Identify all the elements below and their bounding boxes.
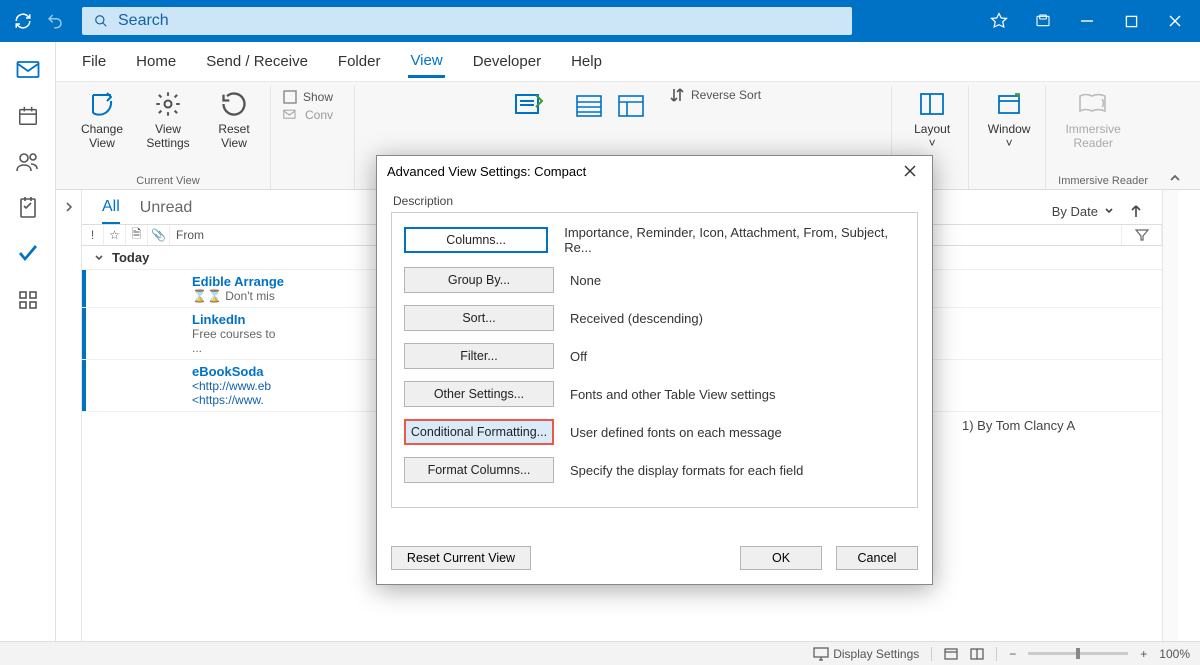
collapse-ribbon-button[interactable] — [1160, 167, 1190, 189]
conversation-settings-button[interactable]: Conv — [283, 108, 333, 122]
tab-file[interactable]: File — [80, 47, 108, 76]
arrangement-button-2[interactable] — [613, 88, 649, 122]
dialog-close-button[interactable] — [898, 163, 922, 179]
ok-button[interactable]: OK — [740, 546, 822, 570]
zoom-slider[interactable] — [1028, 652, 1128, 655]
col-attachment[interactable]: 📎 — [148, 225, 170, 245]
more-apps-rail-icon[interactable] — [16, 288, 40, 312]
advanced-view-settings-dialog: Advanced View Settings: Compact Descript… — [376, 155, 933, 585]
tasks-rail-icon[interactable] — [16, 242, 40, 266]
col-filter-icon[interactable] — [1122, 225, 1162, 245]
reset-current-view-button[interactable]: Reset Current View — [391, 546, 531, 570]
undo-icon[interactable] — [46, 12, 64, 30]
display-settings-button[interactable]: Display Settings — [813, 647, 919, 661]
search-placeholder: Search — [118, 12, 169, 30]
status-bar: Display Settings − + 100% — [0, 641, 1200, 665]
notes-rail-icon[interactable] — [16, 196, 40, 220]
calendar-rail-icon[interactable] — [16, 104, 40, 128]
tab-developer[interactable]: Developer — [471, 47, 543, 76]
chevron-down-icon — [94, 253, 104, 263]
cancel-button[interactable]: Cancel — [836, 546, 918, 570]
people-rail-icon[interactable] — [16, 150, 40, 174]
title-bar: Search — [0, 0, 1200, 42]
vertical-scrollbar[interactable] — [1162, 190, 1178, 641]
close-button[interactable] — [1164, 14, 1186, 28]
search-input[interactable]: Search — [82, 7, 852, 35]
window-button[interactable]: Window ˅ — [981, 86, 1037, 150]
ribbon-tabs: File Home Send / Receive Folder View Dev… — [56, 42, 1200, 82]
other-settings-button[interactable]: Other Settings... — [404, 381, 554, 407]
view-reading-icon[interactable] — [970, 648, 984, 660]
zoom-in-button[interactable]: + — [1140, 647, 1147, 661]
sort-button[interactable]: Sort... — [404, 305, 554, 331]
layout-button[interactable]: Layout ˅ — [904, 86, 960, 150]
zoom-level: 100% — [1159, 647, 1190, 661]
left-navigation-rail — [0, 42, 56, 641]
group-current-view-label: Current View — [74, 175, 262, 189]
maximize-button[interactable] — [1120, 15, 1142, 28]
view-normal-icon[interactable] — [944, 648, 958, 660]
mail-rail-icon[interactable] — [16, 58, 40, 82]
col-icon[interactable]: 🗎 — [126, 225, 148, 245]
tab-send-receive[interactable]: Send / Receive — [204, 47, 310, 76]
tab-view[interactable]: View — [408, 46, 444, 78]
tab-help[interactable]: Help — [569, 47, 604, 76]
view-settings-button[interactable]: View Settings — [140, 86, 196, 150]
tab-folder[interactable]: Folder — [336, 47, 383, 76]
change-view-button[interactable]: Change View — [74, 86, 130, 150]
group-immersive-reader-label: Immersive Reader — [1058, 175, 1148, 189]
col-reminder[interactable]: ☆ — [104, 225, 126, 245]
minimize-button[interactable] — [1076, 14, 1098, 28]
sort-by-button[interactable]: By Date — [1052, 204, 1142, 219]
expand-folder-pane-button[interactable] — [56, 190, 82, 641]
search-icon — [94, 14, 108, 28]
group-by-button[interactable]: Group By... — [404, 267, 554, 293]
sync-icon[interactable] — [14, 12, 32, 30]
coming-soon-icon[interactable] — [1032, 13, 1054, 29]
filter-button[interactable]: Filter... — [404, 343, 554, 369]
arrangement-button-1[interactable] — [571, 88, 607, 122]
zoom-out-button[interactable]: − — [1009, 647, 1016, 661]
show-conversations-checkbox[interactable]: Show — [283, 90, 333, 104]
tab-home[interactable]: Home — [134, 47, 178, 76]
columns-button[interactable]: Columns... — [404, 227, 548, 253]
premium-icon[interactable] — [988, 12, 1010, 30]
reset-view-button[interactable]: Reset View — [206, 86, 262, 150]
conditional-formatting-button[interactable]: Conditional Formatting... — [404, 419, 554, 445]
col-importance[interactable]: ! — [82, 225, 104, 245]
dialog-title: Advanced View Settings: Compact — [387, 164, 586, 179]
message-preview-button[interactable] — [507, 86, 551, 120]
filter-unread[interactable]: Unread — [140, 199, 192, 223]
chevron-down-icon — [1104, 206, 1114, 216]
immersive-reader-button: Immersive Reader — [1058, 86, 1128, 150]
description-label: Description — [391, 194, 918, 208]
format-columns-button[interactable]: Format Columns... — [404, 457, 554, 483]
filter-all[interactable]: All — [102, 198, 120, 224]
reverse-sort-button[interactable]: Reverse Sort — [669, 86, 761, 104]
sort-arrow-icon[interactable] — [1130, 204, 1142, 218]
